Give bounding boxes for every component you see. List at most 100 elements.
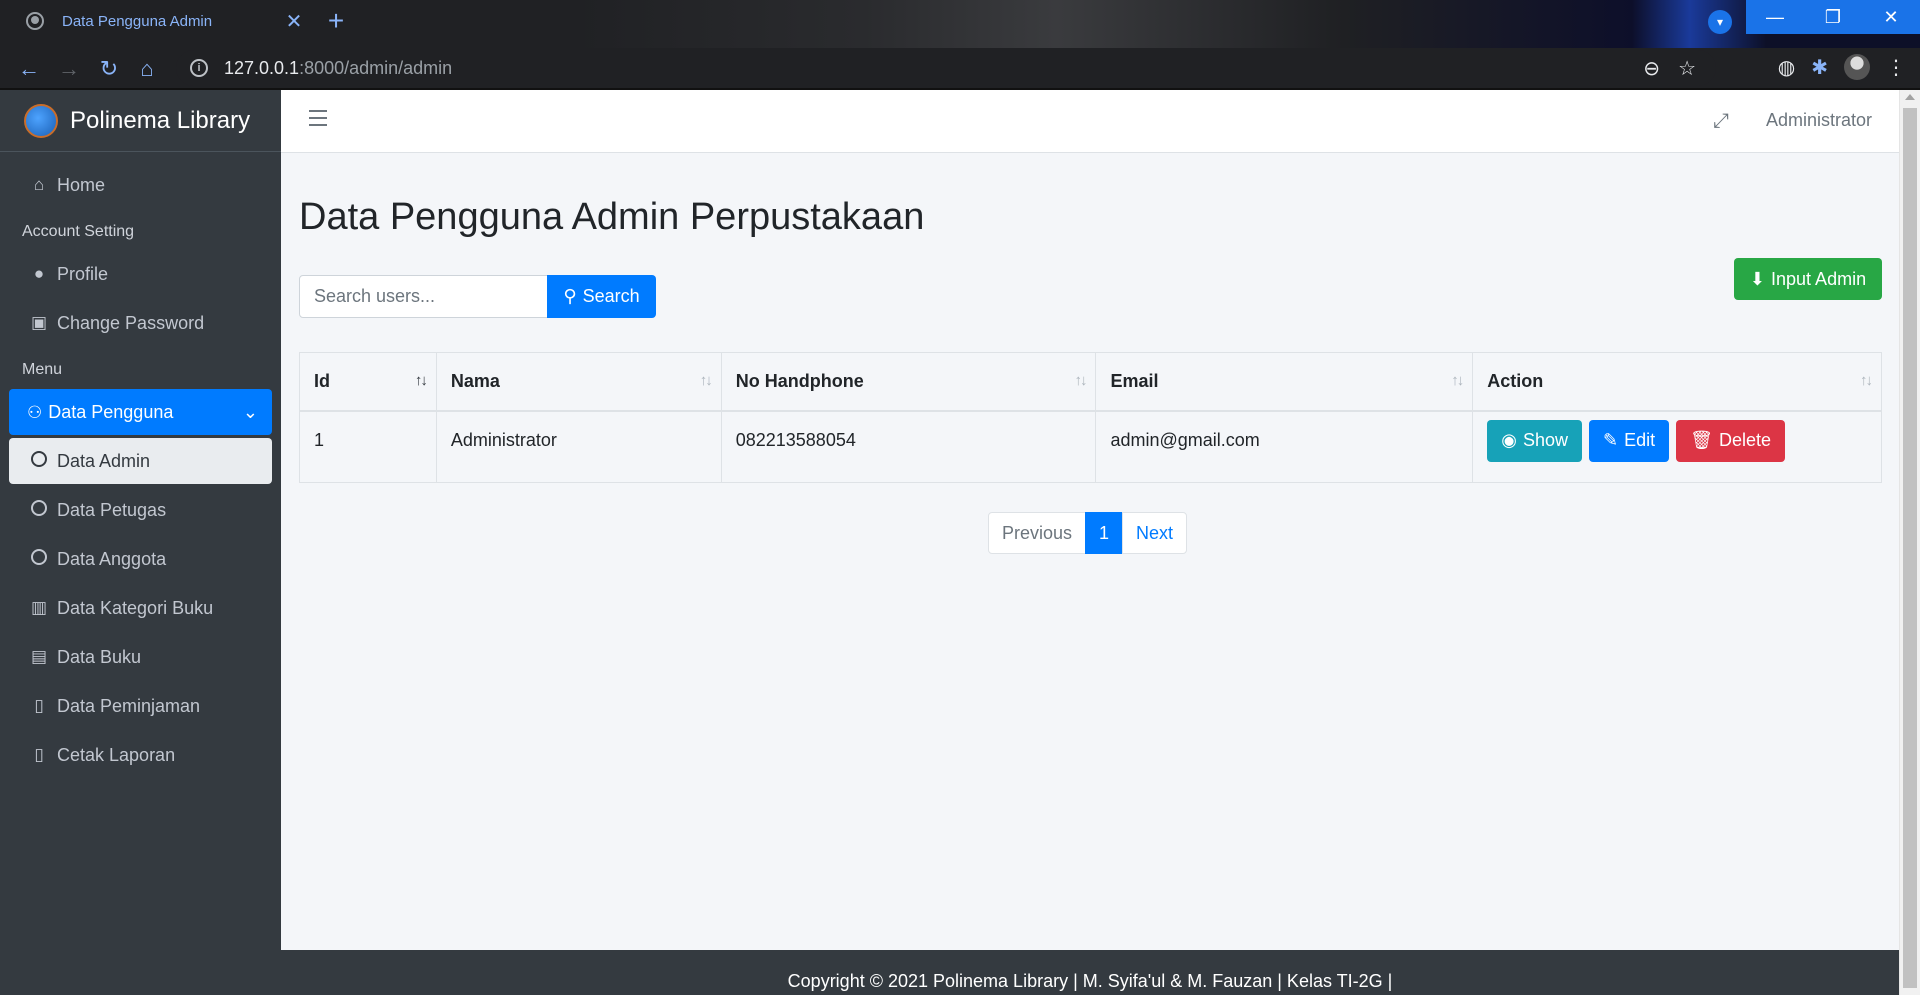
browser-toolbar: ← → ↻ ⌂ i 127.0.0.1:8000/admin/admin ⊖ ☆… [0,48,1920,90]
column-header-phone[interactable]: No Handphone ↑↓ [720,352,1097,412]
bookmark-star-icon[interactable]: ☆ [1678,56,1696,81]
home-icon[interactable]: ⌂ [132,54,162,84]
browser-menu-icon[interactable]: ⋮ [1886,55,1906,80]
sidebar-item-data-pengguna[interactable]: ⚇ Data Pengguna ⌄ [9,389,272,435]
footer: Copyright © 2021 Polinema Library | M. S… [281,950,1899,995]
cell-email: admin@gmail.com [1095,410,1474,483]
site-info-icon[interactable]: i [190,59,208,77]
sidebar-item-label: Data Kategori Buku [57,597,214,618]
user-menu[interactable]: Administrator [1766,110,1872,131]
close-tab-icon[interactable]: ✕ [280,9,308,34]
column-header-nama[interactable]: Nama ↑↓ [435,352,722,412]
cell-id: 1 [299,410,437,483]
sidebar-item-label: Change Password [57,312,205,333]
circle-icon [27,450,51,472]
column-header-email[interactable]: Email ↑↓ [1095,352,1474,412]
sidebar-item-label: Home [57,174,106,195]
book-open-icon: ▥ [30,598,48,617]
input-admin-button[interactable]: ⬇ Input Admin [1734,258,1882,300]
sort-icon: ↑↓ [1074,372,1087,389]
cell-actions: ◉ Show ✎ Edit 🗑 Delete [1472,410,1882,483]
sidebar-item-profile[interactable]: ● Profile [9,251,272,297]
restore-button[interactable]: ❐ [1804,0,1862,34]
edit-button[interactable]: ✎ Edit [1589,419,1670,462]
search-input[interactable] [299,275,548,318]
back-arrow-icon[interactable]: ← [14,54,44,84]
tab-search-icon[interactable]: ▾ [1708,10,1732,34]
page-scrollbar[interactable] [1899,90,1920,995]
header-label: Id [314,370,330,391]
edit-label: Edit [1624,430,1656,450]
eye-icon: ◉ [1501,430,1517,450]
url-path: :8000/admin/admin [299,57,453,78]
sidebar-item-cetak-laporan[interactable]: ▯ Cetak Laporan [9,732,272,778]
new-tab-button[interactable]: + [320,6,352,38]
previous-page-button[interactable]: Previous [988,512,1087,554]
circle-icon [27,548,51,570]
header-label: Nama [450,370,500,391]
show-label: Show [1522,430,1568,450]
fullscreen-expand-icon[interactable]: ⤢ [1713,110,1729,133]
search-icon: ⚲ [563,286,577,306]
pagination: Previous 1 Next [988,512,1188,554]
lock-icon: ▣ [30,313,48,332]
delete-label: Delete [1719,430,1772,450]
reload-icon[interactable]: ↻ [94,54,124,84]
sidebar-item-data-peminjaman[interactable]: ▯ Data Peminjaman [9,683,272,729]
header-label: Email [1110,370,1159,391]
sidebar-item-data-buku[interactable]: ▤ Data Buku [9,634,272,680]
translate-globe-icon[interactable]: ◍ [1778,55,1795,80]
scroll-up-arrow-icon[interactable] [1905,94,1915,100]
delete-button[interactable]: 🗑 Delete [1676,419,1786,462]
sidebar-item-home[interactable]: ⌂ Home [9,162,272,208]
scrollbar-thumb[interactable] [1903,108,1917,988]
nav-header-menu: Menu [22,361,63,378]
cell-phone: 082213588054 [720,410,1097,483]
next-page-button[interactable]: Next [1122,512,1188,554]
trash-icon: 🗑 [1690,430,1714,450]
column-header-action[interactable]: Action ↑↓ [1472,352,1882,412]
brand-link[interactable]: Polinema Library [0,90,281,152]
browser-tab-strip: Data Pengguna Admin ✕ + ▾ — ❐ ✕ [0,0,1920,48]
sort-icon: ↑↓ [1451,372,1464,389]
file-pdf-icon: ▯ [34,745,44,764]
sidebar-item-data-admin[interactable]: Data Admin [9,438,272,484]
sidebar-item-change-password[interactable]: ▣ Change Password [9,300,272,346]
sidebar-item-label: Data Pengguna [48,401,174,422]
sort-icon: ↑↓ [699,372,713,389]
sidebar-item-data-petugas[interactable]: Data Petugas [9,487,272,533]
zoom-icon[interactable]: ⊖ [1643,56,1660,81]
sidebar-item-data-kategori-buku[interactable]: ▥ Data Kategori Buku [9,585,272,631]
browser-tab[interactable]: Data Pengguna Admin ✕ [8,0,308,42]
sidebar-item-data-anggota[interactable]: Data Anggota [9,536,272,582]
sort-icon: ↑↓ [414,372,428,389]
brand-logo [24,103,58,138]
page-1-button[interactable]: 1 [1085,512,1124,554]
close-window-button[interactable]: ✕ [1862,0,1920,34]
circle-icon [27,499,51,521]
sidebar-item-label: Profile [57,263,109,284]
window-controls: — ❐ ✕ [1746,0,1920,34]
users-icon: ⚇ [27,402,43,422]
admin-table: Id ↑↓ Nama ↑↓ No Handphone ↑↓ Email ↑↓ Actio… [299,352,1882,483]
sidebar-item-label: Data Buku [57,646,142,667]
header-label: No Handphone [735,370,864,391]
show-button[interactable]: ◉ Show [1487,419,1582,462]
hamburger-menu-icon[interactable] [309,110,327,126]
column-header-id[interactable]: Id ↑↓ [299,352,437,412]
sidebar-item-label: Cetak Laporan [57,744,176,765]
input-admin-label: Input Admin [1771,268,1867,289]
book-icon: ▤ [30,647,48,666]
search-button[interactable]: ⚲ Search [547,275,656,318]
chevron-down-icon: ⌄ [242,401,258,422]
profile-avatar[interactable] [1844,54,1870,80]
address-bar[interactable]: i 127.0.0.1:8000/admin/admin ⊖ ☆ [176,50,1716,86]
minimize-button[interactable]: — [1746,0,1804,34]
forward-arrow-icon[interactable]: → [54,54,84,84]
pencil-icon: ✎ [1603,430,1619,450]
cell-nama: Administrator [435,410,722,483]
sort-icon: ↑↓ [1860,372,1873,389]
sidebar-item-label: Data Peminjaman [57,695,201,716]
header-label: Action [1487,370,1544,391]
extensions-puzzle-icon[interactable]: ✱ [1811,55,1828,80]
